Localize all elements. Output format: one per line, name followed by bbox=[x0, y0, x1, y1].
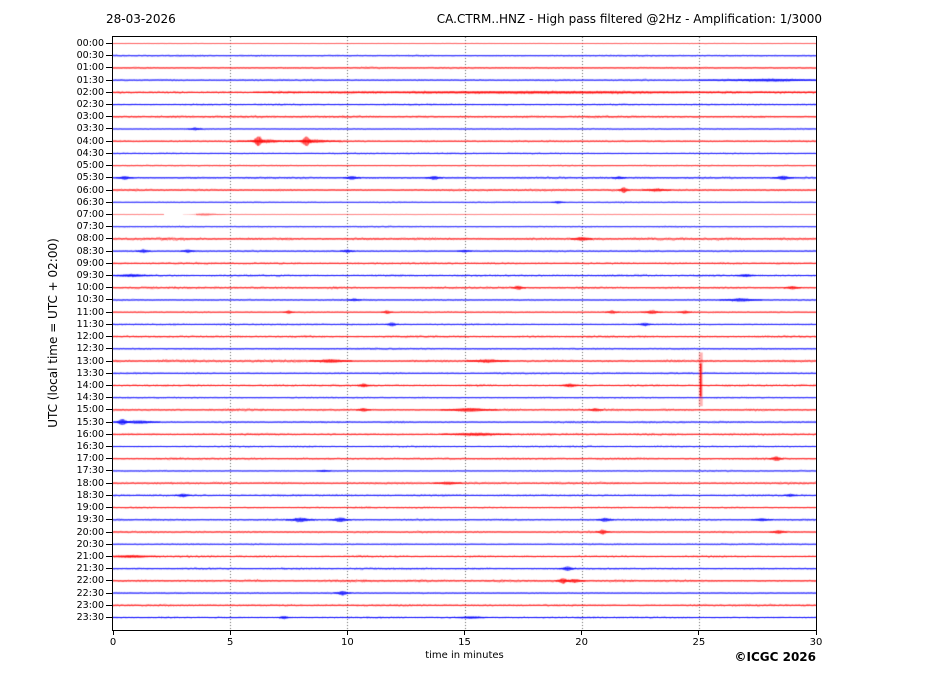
x-tick-mark bbox=[698, 631, 699, 635]
y-tick-label: 13:30 bbox=[44, 368, 104, 379]
y-tick-label: 02:00 bbox=[44, 87, 104, 98]
y-tick-label: 21:00 bbox=[44, 551, 104, 562]
y-tick-label: 10:00 bbox=[44, 282, 104, 293]
y-tick-label: 21:30 bbox=[44, 563, 104, 574]
y-tick-label: 23:30 bbox=[44, 612, 104, 623]
y-tick-label: 19:00 bbox=[44, 502, 104, 513]
y-tick-label: 14:30 bbox=[44, 392, 104, 403]
y-tick-label: 10:30 bbox=[44, 294, 104, 305]
x-tick-label: 30 bbox=[804, 637, 828, 648]
y-tick-label: 14:00 bbox=[44, 380, 104, 391]
x-tick-mark bbox=[113, 631, 114, 635]
y-tick-label: 03:30 bbox=[44, 123, 104, 134]
y-tick-label: 07:00 bbox=[44, 209, 104, 220]
y-tick-label: 15:30 bbox=[44, 417, 104, 428]
y-tick-label: 03:00 bbox=[44, 111, 104, 122]
y-tick-label: 18:30 bbox=[44, 490, 104, 501]
y-tick-label: 09:30 bbox=[44, 270, 104, 281]
y-tick-label: 08:30 bbox=[44, 246, 104, 257]
y-tick-label: 22:30 bbox=[44, 588, 104, 599]
plot-frame bbox=[112, 36, 817, 631]
x-tick-mark bbox=[581, 631, 582, 635]
y-tick-label: 18:00 bbox=[44, 478, 104, 489]
x-tick-label: 0 bbox=[101, 637, 125, 648]
y-tick-label: 08:00 bbox=[44, 233, 104, 244]
y-tick-label: 04:30 bbox=[44, 148, 104, 159]
y-tick-label: 17:00 bbox=[44, 453, 104, 464]
y-tick-label: 06:30 bbox=[44, 197, 104, 208]
y-tick-label: 15:00 bbox=[44, 404, 104, 415]
y-tick-label: 16:00 bbox=[44, 429, 104, 440]
x-tick-mark bbox=[464, 631, 465, 635]
y-tick-label: 20:00 bbox=[44, 527, 104, 538]
x-tick-label: 20 bbox=[570, 637, 594, 648]
y-tick-label: 00:00 bbox=[44, 38, 104, 49]
y-tick-label: 12:30 bbox=[44, 343, 104, 354]
y-tick-label: 00:30 bbox=[44, 50, 104, 61]
y-tick-label: 16:30 bbox=[44, 441, 104, 452]
y-tick-label: 06:00 bbox=[44, 185, 104, 196]
y-tick-label: 01:00 bbox=[44, 62, 104, 73]
y-tick-label: 05:00 bbox=[44, 160, 104, 171]
y-tick-label: 20:30 bbox=[44, 539, 104, 550]
x-tick-mark bbox=[230, 631, 231, 635]
date-label: 28-03-2026 bbox=[106, 12, 176, 26]
y-tick-label: 07:30 bbox=[44, 221, 104, 232]
y-tick-label: 17:30 bbox=[44, 465, 104, 476]
y-tick-label: 02:30 bbox=[44, 99, 104, 110]
x-tick-label: 5 bbox=[218, 637, 242, 648]
y-tick-label: 11:00 bbox=[44, 307, 104, 318]
y-tick-label: 11:30 bbox=[44, 319, 104, 330]
copyright-label: ©ICGC 2026 bbox=[734, 650, 816, 664]
x-axis-label: time in minutes bbox=[113, 650, 816, 661]
helicorder-window: 28-03-2026 CA.CTRM..HNZ - High pass filt… bbox=[0, 0, 927, 696]
y-tick-label: 19:30 bbox=[44, 514, 104, 525]
y-tick-label: 05:30 bbox=[44, 172, 104, 183]
y-tick-label: 13:00 bbox=[44, 356, 104, 367]
y-tick-label: 22:00 bbox=[44, 575, 104, 586]
y-tick-label: 04:00 bbox=[44, 136, 104, 147]
plot-title: CA.CTRM..HNZ - High pass filtered @2Hz -… bbox=[437, 12, 822, 26]
x-tick-mark bbox=[816, 631, 817, 635]
x-tick-label: 10 bbox=[335, 637, 359, 648]
y-tick-label: 09:00 bbox=[44, 258, 104, 269]
seismogram-canvas bbox=[113, 37, 816, 630]
y-tick-label: 23:00 bbox=[44, 600, 104, 611]
y-tick-label: 01:30 bbox=[44, 75, 104, 86]
x-tick-label: 25 bbox=[687, 637, 711, 648]
y-tick-label: 12:00 bbox=[44, 331, 104, 342]
x-tick-mark bbox=[347, 631, 348, 635]
x-tick-label: 15 bbox=[453, 637, 477, 648]
